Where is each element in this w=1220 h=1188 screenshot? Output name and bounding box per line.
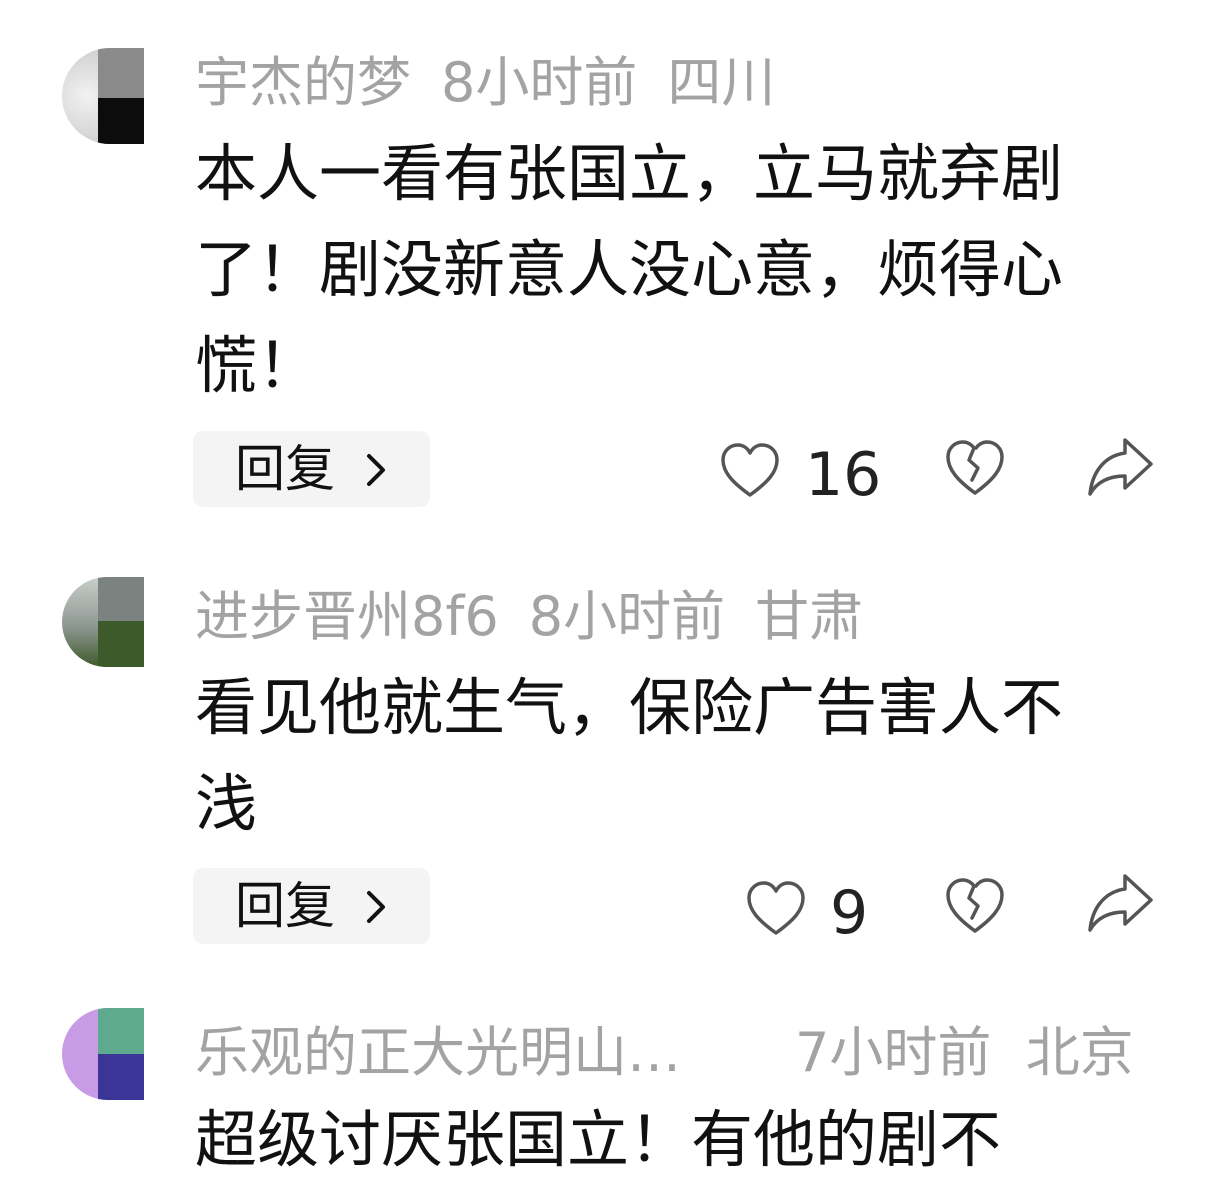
share-button[interactable] bbox=[1087, 872, 1155, 934]
reply-label: 回复 bbox=[235, 877, 335, 935]
avatar[interactable] bbox=[62, 1008, 144, 1100]
like-count: 16 bbox=[805, 440, 882, 510]
location: 四川 bbox=[667, 51, 776, 114]
username[interactable]: 乐观的正大光明山… bbox=[195, 1021, 681, 1084]
username[interactable]: 宇杰的梦 bbox=[195, 51, 411, 114]
share-arrow-icon bbox=[1087, 872, 1155, 934]
like-button[interactable] bbox=[720, 442, 780, 500]
share-arrow-icon bbox=[1087, 436, 1155, 498]
chevron-right-icon bbox=[365, 453, 387, 487]
comment-text-line: 看见他就生气，保险广告害人不 bbox=[195, 671, 1064, 744]
timestamp: 8小时前 bbox=[441, 51, 638, 114]
comment-text: 超级讨厌张国立！有他的剧不 bbox=[195, 1092, 1155, 1188]
reply-button[interactable]: 回复 bbox=[193, 431, 430, 507]
like-button[interactable] bbox=[746, 880, 806, 938]
comment-text-line: 慌！ bbox=[195, 329, 320, 402]
broken-heart-icon bbox=[945, 876, 1005, 936]
heart-outline-icon bbox=[746, 880, 806, 938]
like-count: 9 bbox=[830, 878, 869, 948]
comment-text-line: 本人一看有张国立，立马就弃剧 bbox=[195, 137, 1064, 210]
username[interactable]: 进步晋州8f6 bbox=[195, 585, 499, 648]
comment-text-line: 超级讨厌张国立！有他的剧不 bbox=[195, 1103, 1002, 1176]
comment-meta: 宇杰的梦 8小时前 四川 bbox=[195, 56, 775, 110]
comment-text: 本人一看有张国立，立马就弃剧 了！剧没新意人没心意，烦得心 慌！ bbox=[195, 126, 1155, 414]
timestamp: 7小时前 北京 bbox=[795, 1021, 1134, 1084]
timestamp: 8小时前 bbox=[528, 585, 726, 648]
reply-label: 回复 bbox=[235, 440, 335, 498]
comment-text-line: 浅 bbox=[195, 767, 258, 840]
comment-text-line: 了！剧没新意人没心意，烦得心 bbox=[195, 233, 1064, 306]
dislike-button[interactable] bbox=[945, 438, 1005, 498]
reply-button[interactable]: 回复 bbox=[193, 868, 430, 944]
avatar[interactable] bbox=[62, 48, 144, 144]
avatar[interactable] bbox=[62, 577, 144, 667]
comment-meta: 乐观的正大光明山… 7小时前 北京 bbox=[195, 1026, 1134, 1080]
location: 甘肃 bbox=[755, 585, 864, 648]
share-button[interactable] bbox=[1087, 436, 1155, 498]
chevron-right-icon bbox=[365, 890, 387, 924]
location: 北京 bbox=[1025, 1021, 1134, 1084]
comment-meta: 进步晋州8f6 8小时前 甘肃 bbox=[195, 590, 863, 644]
comment-text: 看见他就生气，保险广告害人不 浅 bbox=[195, 660, 1155, 852]
broken-heart-icon bbox=[945, 438, 1005, 498]
heart-outline-icon bbox=[720, 442, 780, 500]
dislike-button[interactable] bbox=[945, 876, 1005, 936]
